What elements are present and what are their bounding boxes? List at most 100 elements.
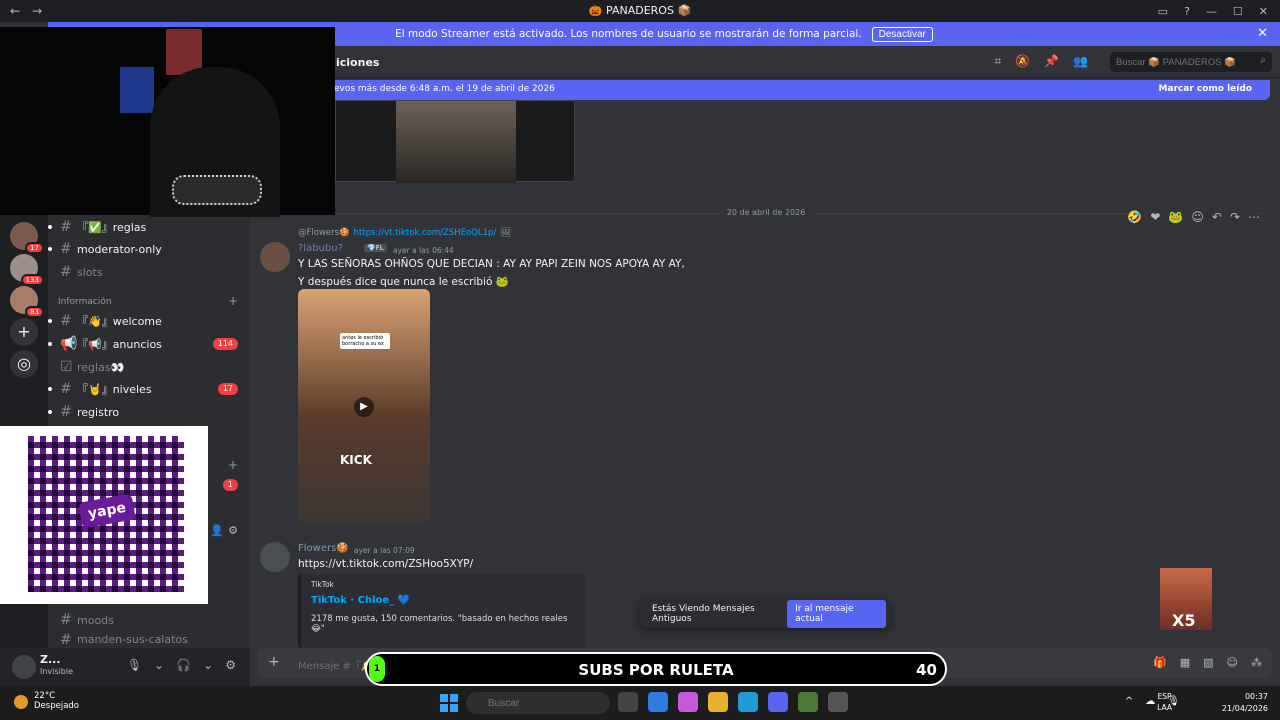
threads-icon[interactable]: ⌗ — [994, 54, 1001, 69]
message-link[interactable]: https://vt.tiktok.com/ZSHoo5XYP/ — [298, 558, 473, 570]
channel-item[interactable]: # 『✅』reglas — [48, 216, 250, 238]
message-author[interactable]: ?labubu? — [298, 243, 343, 254]
date-divider: 20 de abril de 2026 — [266, 208, 1266, 217]
add-channel-icon[interactable]: + — [228, 458, 238, 472]
message-time: ayer a las 07:09 — [354, 546, 415, 555]
user-status: Invisible — [40, 667, 73, 676]
message-text: Y LAS SEÑORAS OHÑOS QUE DECIAN : AY AY P… — [298, 258, 685, 270]
reply-icon[interactable]: ↶ — [1212, 210, 1222, 224]
add-server-icon[interactable]: + — [10, 318, 38, 346]
gear-icon[interactable]: ⚙ — [228, 524, 238, 537]
maximize-icon[interactable]: ☐ — [1233, 5, 1243, 18]
channel-item[interactable]: # 『👋』welcome — [48, 310, 250, 332]
apps-icon[interactable]: ⁂ — [1251, 656, 1262, 669]
channel-item[interactable]: # moods — [48, 609, 250, 631]
add-channel-icon[interactable]: + — [228, 294, 238, 308]
members-icon[interactable]: 👥 — [1073, 54, 1088, 69]
video-attachment[interactable]: antes le escribió borracho a su ex ▶ KIC… — [298, 289, 430, 523]
sticker-icon[interactable]: ▧ — [1203, 656, 1213, 669]
store-icon[interactable] — [648, 692, 668, 712]
reply-reference[interactable]: @Flowers🍪 https://vt.tiktok.com/ZSHEoQL1… — [298, 228, 511, 238]
channel-item[interactable]: # 『🤘』niveles 17 — [48, 378, 250, 400]
channel-item[interactable]: ☑ reglas👀 — [48, 356, 250, 378]
video-thumbnail[interactable] — [335, 100, 575, 183]
unread-dot — [48, 225, 52, 229]
server-icon[interactable]: 17 — [10, 222, 44, 254]
reaction-emoji-icon[interactable]: 🤣 — [1127, 210, 1142, 224]
reaction-heart-icon[interactable]: ❤ — [1150, 210, 1160, 224]
more-icon[interactable]: ⋯ — [1248, 210, 1260, 224]
channel-item[interactable]: # registro — [48, 401, 250, 423]
task-view-icon[interactable] — [618, 692, 638, 712]
mute-bell-icon[interactable]: 🔕 — [1015, 54, 1030, 69]
attach-icon[interactable]: + — [268, 654, 280, 670]
username[interactable]: Z... — [40, 653, 61, 666]
microphone-icon[interactable]: 🎙 — [127, 658, 142, 672]
app-icon[interactable] — [798, 692, 818, 712]
weather-temp: 22°C — [34, 691, 56, 701]
taskbar-search[interactable] — [466, 692, 610, 714]
search-input[interactable] — [1110, 52, 1272, 72]
folder-icon[interactable] — [708, 692, 728, 712]
gif-icon[interactable]: ▦ — [1180, 656, 1190, 669]
embed-title[interactable]: TikTok · Chloe_ 💙 — [311, 595, 576, 606]
emoji-icon[interactable]: ☺ — [1227, 656, 1238, 669]
discover-icon[interactable]: ◎ — [10, 350, 38, 378]
avatar[interactable] — [260, 542, 290, 572]
weather-condition: Despejado — [34, 701, 79, 711]
weather-widget[interactable]: 22°C Despejado — [14, 691, 79, 711]
server-icon[interactable]: 133 — [10, 254, 44, 286]
channel-title: iciones — [336, 56, 380, 69]
channel-item[interactable]: 📢 『📢』anuncios 114 — [48, 333, 250, 355]
add-member-icon[interactable]: 👤 — [210, 524, 224, 537]
unread-dot — [48, 342, 52, 346]
server-icon[interactable]: 83 — [10, 286, 44, 318]
forward-icon[interactable]: → — [32, 4, 42, 18]
channel-item[interactable]: # slots — [48, 261, 250, 283]
headphones-icon[interactable]: 🎧 — [176, 658, 191, 672]
chevron-down-icon[interactable]: ⌄ — [203, 658, 213, 672]
category-info[interactable]: Información — [58, 297, 112, 307]
message-author[interactable]: Flowers🍪 — [298, 543, 349, 554]
forward-icon[interactable]: ↷ — [1230, 210, 1240, 224]
lang-secondary: LAA — [1157, 703, 1172, 712]
chevron-down-icon[interactable]: ⌄ — [154, 658, 164, 672]
channel-item[interactable]: # moderator-only — [48, 238, 250, 260]
clock[interactable]: 00:37 21/04/2026 — [1222, 691, 1268, 715]
copilot-icon[interactable] — [678, 692, 698, 712]
composer-icons: 🎁 ▦ ▧ ☺ ⁂ — [1153, 656, 1262, 669]
channel-item[interactable]: # manden-sus-calatos — [48, 631, 250, 648]
jump-present-button[interactable]: Ir al mensaje actual — [787, 600, 886, 628]
reply-link[interactable]: https://vt.tiktok.com/ZSHEoQL1p/ — [354, 228, 497, 238]
discord-icon[interactable] — [768, 692, 788, 712]
minimize-icon[interactable]: — — [1206, 5, 1217, 18]
back-icon[interactable]: ← — [10, 4, 20, 18]
close-icon[interactable]: ✕ — [1257, 26, 1268, 41]
obs-icon[interactable] — [828, 692, 848, 712]
language-indicator[interactable]: ESP LAA — [1157, 691, 1172, 713]
help-icon[interactable]: ? — [1184, 5, 1190, 18]
gift-icon[interactable]: 🎁 — [1153, 656, 1167, 669]
old-messages-bar: Estás Viendo Mensajes Antiguos Ir al men… — [640, 600, 890, 628]
hash-icon: # — [60, 241, 72, 257]
guild-tag[interactable]: 💎FL — [364, 244, 387, 252]
play-icon[interactable]: ▶ — [354, 397, 374, 417]
avatar[interactable] — [260, 242, 290, 272]
add-reaction-icon[interactable]: ☺ — [1191, 210, 1204, 224]
chevron-up-icon[interactable]: ^ — [1125, 696, 1133, 707]
poster-image — [120, 67, 154, 113]
mark-read-button[interactable]: Marcar como leído — [1158, 84, 1252, 94]
avatar[interactable] — [12, 655, 36, 679]
pin-icon[interactable]: 📌 — [1044, 54, 1059, 69]
reaction-frog-icon[interactable]: 🐸 — [1168, 210, 1183, 224]
close-window-icon[interactable]: ✕ — [1259, 5, 1268, 18]
start-icon[interactable] — [440, 694, 458, 712]
inbox-icon[interactable]: ▭ — [1158, 5, 1168, 18]
cloud-icon[interactable]: ☁ — [1145, 696, 1155, 707]
deactivate-button[interactable]: Desactivar — [871, 26, 933, 42]
face-mask — [172, 175, 262, 205]
edge-icon[interactable] — [738, 692, 758, 712]
mention-badge: 114 — [212, 338, 238, 350]
gear-icon[interactable]: ⚙ — [225, 658, 236, 672]
new-messages-bar[interactable]: evos más desde 6:48 a.m. el 19 de abril … — [258, 80, 1270, 100]
